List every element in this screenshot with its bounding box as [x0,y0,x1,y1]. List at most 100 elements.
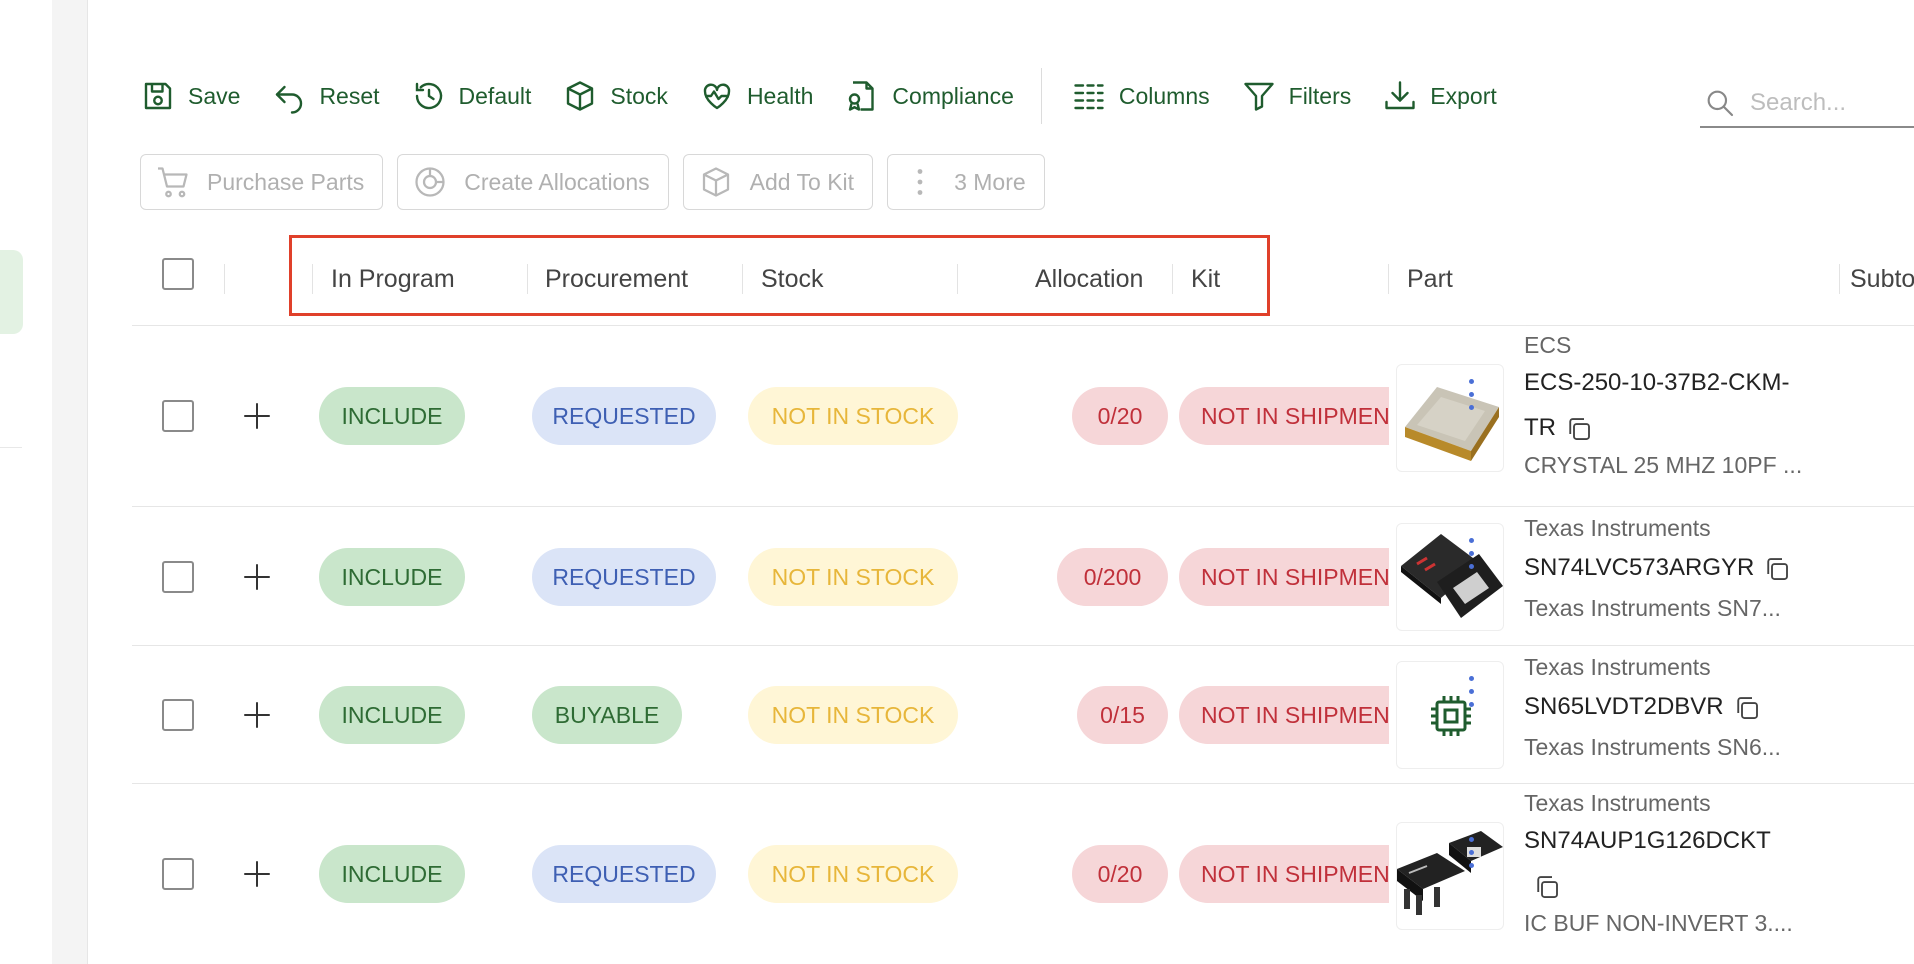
part-number-line: SN65LVDT2DBVR [1524,682,1844,732]
kit-badge: NOT IN SHIPMENT [1179,387,1389,445]
purchase-parts-label: Purchase Parts [207,168,365,195]
table-row[interactable]: INCLUDE BUYABLE NOT IN STOCK 0/15 NOT IN… [132,646,1914,784]
table-toolbar: Save Reset Default Stock Health Complian… [140,68,1528,124]
pie-chart-icon [415,167,445,197]
certificate-icon [849,81,875,111]
search-box [1700,80,1914,128]
part-number[interactable]: SN65LVDT2DBVR [1524,693,1724,720]
bulk-actions: Purchase Parts Create Allocations Add To… [140,154,1045,210]
row-checkbox[interactable] [162,561,194,593]
create-allocations-button[interactable]: Create Allocations [397,154,669,210]
row-checkbox[interactable] [162,858,194,890]
part-number[interactable]: ECS-250-10-37B2-CKM- [1524,360,1844,406]
copy-icon[interactable] [1532,872,1562,902]
part-number[interactable]: SN74AUP1G126DCKT [1524,818,1844,864]
stock-badge: NOT IN STOCK [748,686,958,744]
search-input[interactable] [1750,89,1910,117]
manufacturer: ECS [1524,332,1572,358]
column-header-part[interactable]: Part [1407,232,1453,326]
manufacturer: Texas Instruments [1524,515,1711,541]
default-label: Default [458,82,532,109]
column-header-stock[interactable]: Stock [761,232,824,326]
default-button[interactable]: Default [411,78,532,114]
part-number-line: TR [1524,406,1844,450]
column-header-kit[interactable]: Kit [1191,232,1220,326]
part-number-continued[interactable]: TR [1524,414,1556,441]
save-button[interactable]: Save [140,78,240,114]
filters-label: Filters [1288,82,1352,109]
manufacturer: Texas Instruments [1524,790,1711,816]
row-checkbox[interactable] [162,400,194,432]
column-header-subtotal[interactable]: Subto [1850,232,1914,326]
health-button[interactable]: Health [699,78,813,114]
more-icon[interactable] [1469,837,1475,876]
floppy-disk-icon [144,82,172,110]
header-divider [742,264,743,294]
part-description: Texas Instruments SN7... [1524,595,1781,621]
left-rail [0,0,52,964]
download-icon [1385,81,1415,110]
column-header-allocation[interactable]: Allocation [1035,232,1143,326]
export-button[interactable]: Export [1382,78,1497,114]
more-icon[interactable] [1469,379,1475,418]
procurement-badge: REQUESTED [532,845,716,903]
toolbar-divider [1040,68,1042,124]
columns-button[interactable]: Columns [1071,78,1210,114]
more-actions-button[interactable]: 3 More [887,154,1045,210]
row-checkbox[interactable] [162,699,194,731]
add-to-kit-button[interactable]: Add To Kit [682,154,874,210]
plus-icon[interactable] [241,400,273,432]
vertical-dots-icon [917,169,923,195]
stock-badge: NOT IN STOCK [748,845,958,903]
compliance-label: Compliance [892,82,1014,109]
part-number[interactable]: SN74LVC573ARGYR [1524,554,1754,581]
part-info: Texas Instruments SN65LVDT2DBVR Texas In… [1524,652,1844,762]
part-thumbnail[interactable] [1396,661,1504,769]
history-icon [415,82,442,110]
table-row[interactable]: INCLUDE REQUESTED NOT IN STOCK 0/200 NOT… [132,507,1914,646]
nav-divider [0,447,22,448]
filters-button[interactable]: Filters [1241,78,1352,114]
chip-icon [1431,696,1471,736]
column-header-in-program[interactable]: In Program [331,232,455,326]
part-thumbnail[interactable] [1396,822,1504,930]
copy-icon[interactable] [1732,693,1762,723]
plus-icon[interactable] [241,858,273,890]
header-divider [312,264,313,294]
part-thumbnail[interactable] [1396,523,1504,631]
part-number-line: SN74LVC573ARGYR [1524,543,1844,593]
more-icon[interactable] [1469,538,1475,577]
active-nav-indicator[interactable] [0,250,23,334]
table-row[interactable]: INCLUDE REQUESTED NOT IN STOCK 0/20 NOT … [132,326,1914,507]
allocation-badge: 0/200 [1057,548,1168,606]
stock-button[interactable]: Stock [562,78,668,114]
procurement-badge: BUYABLE [532,686,682,744]
export-label: Export [1430,82,1497,109]
more-icon[interactable] [1469,676,1475,715]
plus-icon[interactable] [241,561,273,593]
table-row[interactable]: INCLUDE REQUESTED NOT IN STOCK 0/20 NOT … [132,784,1914,964]
in-program-badge: INCLUDE [319,686,465,744]
header-divider [957,264,958,294]
purchase-parts-button[interactable]: Purchase Parts [140,154,384,210]
compliance-button[interactable]: Compliance [844,78,1014,114]
select-all-checkbox[interactable] [162,258,194,290]
header-divider [224,264,225,294]
in-program-badge: INCLUDE [319,387,465,445]
heart-pulse-icon [703,83,731,110]
copy-icon[interactable] [1564,414,1594,444]
reset-label: Reset [319,82,380,109]
shopping-cart-icon [158,167,188,198]
box-icon [702,167,729,197]
sot-package-image [1397,831,1503,915]
crystal-oscillator-image [1405,387,1499,461]
reset-button[interactable]: Reset [271,78,380,114]
column-header-procurement[interactable]: Procurement [545,232,688,326]
box-icon [567,81,594,111]
copy-icon[interactable] [1762,554,1792,584]
part-thumbnail[interactable] [1396,364,1504,472]
plus-icon[interactable] [241,699,273,731]
in-program-badge: INCLUDE [319,845,465,903]
header-divider [1388,264,1389,294]
column-header-label: In Program [331,264,455,293]
